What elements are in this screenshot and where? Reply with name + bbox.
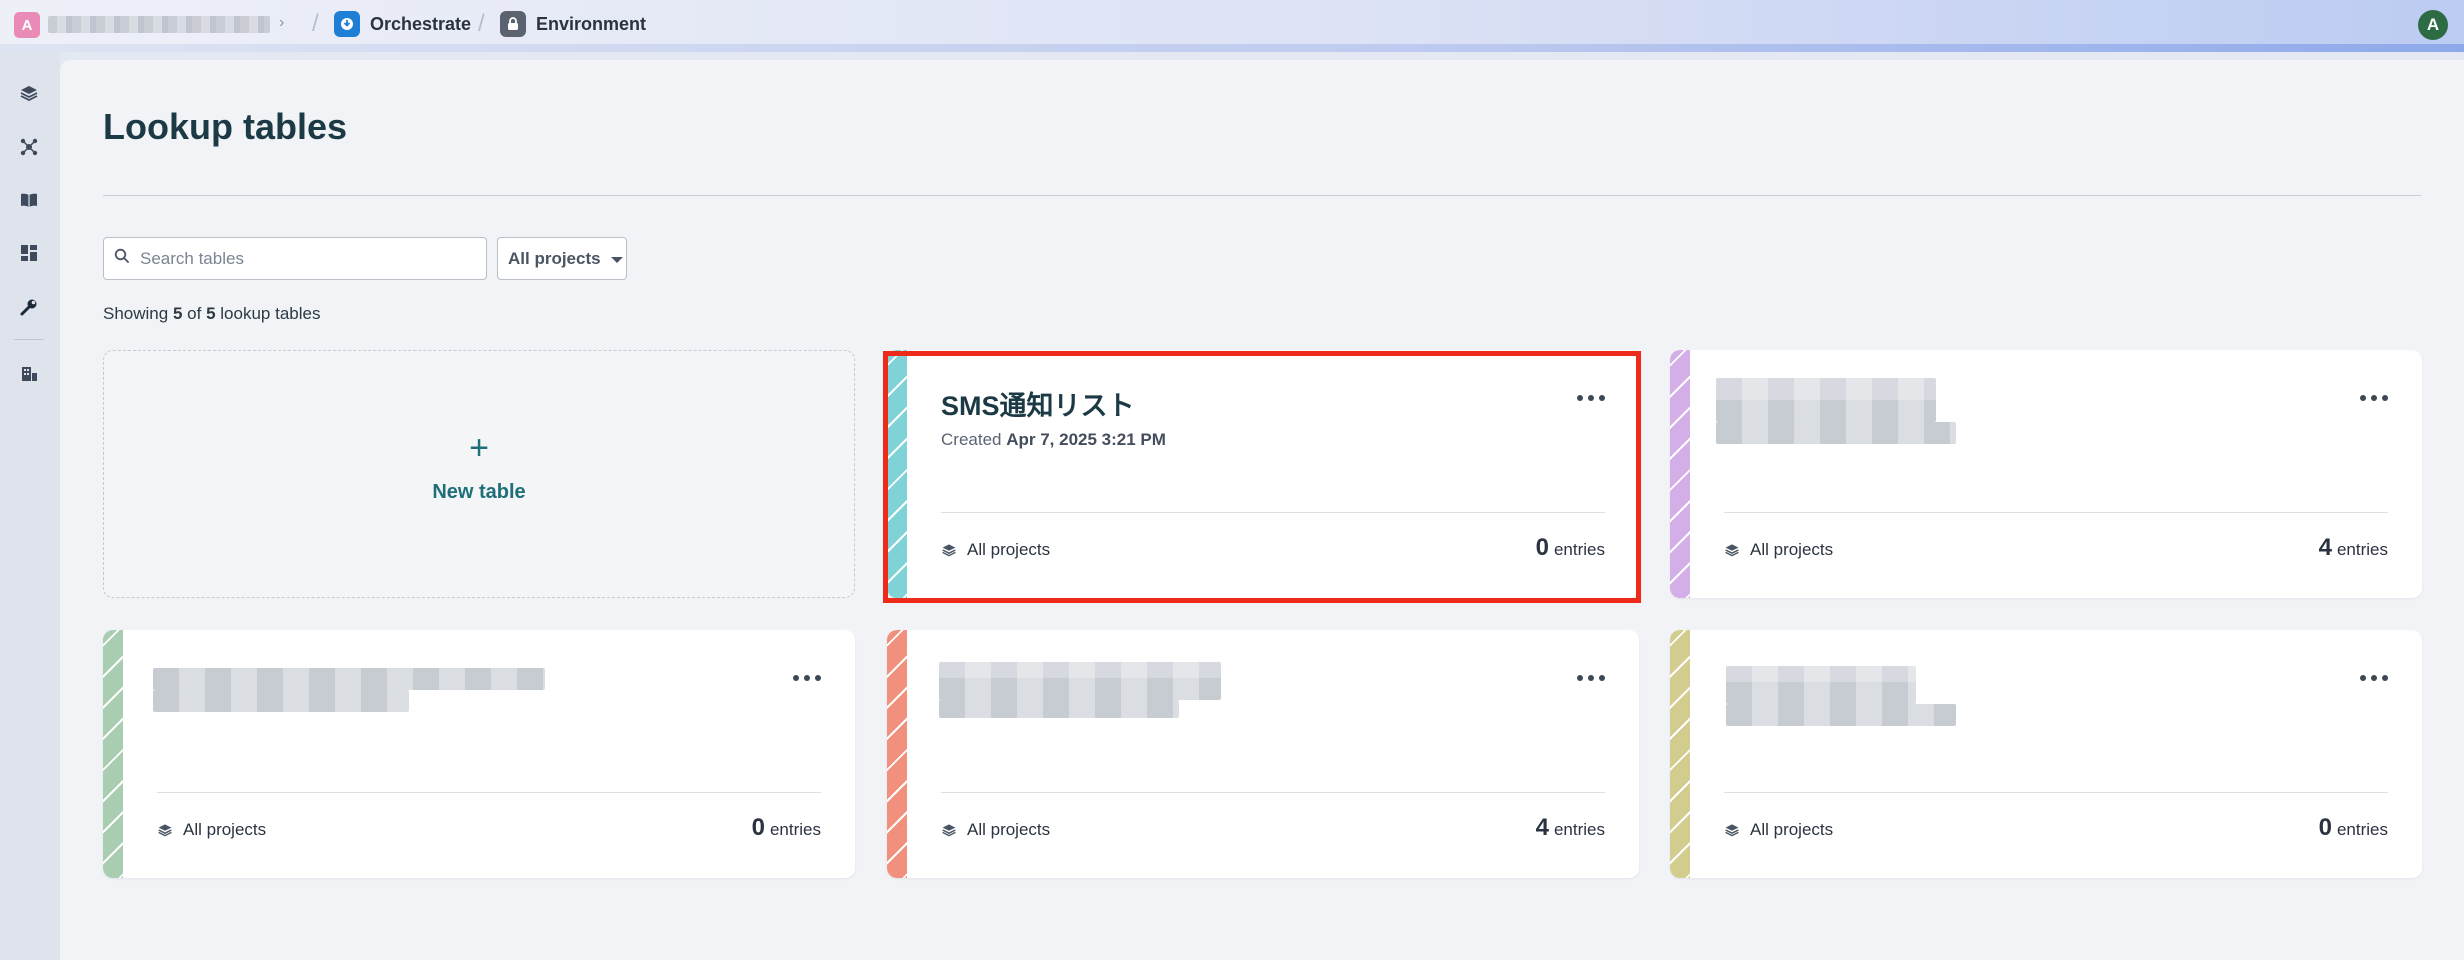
projects-stack-icon[interactable] <box>15 79 43 107</box>
lookup-table-card[interactable]: All projects 0 entries <box>1670 630 2422 878</box>
card-created-redacted <box>1716 422 1956 444</box>
breadcrumb-environment[interactable]: Environment <box>500 11 646 37</box>
lookup-table-card[interactable]: SMS通知リスト Created Apr 7, 2025 3:21 PM All… <box>887 350 1639 598</box>
card-color-stripe <box>887 630 907 878</box>
lookup-table-card[interactable]: All projects 0 entries <box>103 630 855 878</box>
lookup-table-card[interactable]: All projects 4 entries <box>1670 350 2422 598</box>
card-divider <box>157 792 821 793</box>
top-bar: A › / Orchestrate / Environment A <box>0 0 2464 52</box>
breadcrumb-orchestrate[interactable]: Orchestrate <box>334 11 471 37</box>
projects-stack-icon <box>158 824 172 837</box>
card-projects: All projects <box>1724 540 1833 560</box>
projects-stack-icon <box>942 544 956 557</box>
breadcrumb-label: Environment <box>536 13 647 34</box>
breadcrumb-label: Orchestrate <box>370 13 472 34</box>
workspace-avatar[interactable]: A <box>14 12 40 38</box>
projects-stack-icon <box>942 824 956 837</box>
card-color-stripe <box>887 350 907 598</box>
filter-label: All projects <box>508 248 601 268</box>
docs-book-icon[interactable] <box>15 186 43 214</box>
card-title-redacted[interactable] <box>939 662 1221 700</box>
search-box[interactable] <box>103 237 487 280</box>
projects-filter-select[interactable]: All projects <box>497 237 627 280</box>
card-projects: All projects <box>941 540 1050 560</box>
card-created-redacted <box>1726 704 1956 726</box>
card-divider <box>941 792 1605 793</box>
workspace-admin-icon[interactable] <box>15 360 43 388</box>
card-entries: 4 entries <box>1535 814 1605 841</box>
card-divider <box>941 512 1605 513</box>
card-entries: 0 entries <box>751 814 821 841</box>
breadcrumb-separator: / <box>478 10 485 37</box>
card-projects: All projects <box>157 820 266 840</box>
card-divider <box>1724 512 2388 513</box>
lookup-table-card[interactable]: All projects 4 entries <box>887 630 1639 878</box>
dashboard-icon[interactable] <box>15 239 43 267</box>
more-options-icon[interactable] <box>1577 390 1605 406</box>
more-options-icon[interactable] <box>2360 390 2388 406</box>
workspace-name-redacted[interactable] <box>48 16 270 33</box>
card-entries: 0 entries <box>2318 814 2388 841</box>
card-projects: All projects <box>941 820 1050 840</box>
connections-icon[interactable] <box>15 133 43 161</box>
lock-icon <box>500 11 526 37</box>
card-projects: All projects <box>1724 820 1833 840</box>
sidebar <box>0 52 60 960</box>
search-input[interactable] <box>140 248 460 269</box>
page-title: Lookup tables <box>103 106 348 147</box>
breadcrumb-separator: / <box>312 10 319 37</box>
projects-stack-icon <box>1725 824 1739 837</box>
card-color-stripe <box>1670 630 1690 878</box>
workspace-chevron-icon[interactable]: › <box>279 14 284 32</box>
card-title-redacted[interactable] <box>153 668 545 690</box>
more-options-icon[interactable] <box>793 670 821 686</box>
search-icon <box>114 248 130 269</box>
new-table-card[interactable]: + New table <box>103 350 855 598</box>
card-color-stripe <box>1670 350 1690 598</box>
caret-down-icon <box>610 257 623 263</box>
new-table-label: New table <box>432 481 526 503</box>
projects-stack-icon <box>1725 544 1739 557</box>
card-created-redacted <box>939 700 1179 718</box>
card-divider <box>1724 792 2388 793</box>
more-options-icon[interactable] <box>1577 670 1605 686</box>
card-created-redacted <box>153 690 409 712</box>
sidebar-divider <box>14 339 44 340</box>
orchestrate-icon <box>334 11 360 37</box>
tools-wrench-icon[interactable] <box>15 293 43 321</box>
card-entries: 0 entries <box>1535 534 1605 561</box>
card-color-stripe <box>103 630 123 878</box>
card-title-redacted[interactable] <box>1726 666 1916 704</box>
card-entries: 4 entries <box>2318 534 2388 561</box>
user-avatar[interactable]: A <box>2418 10 2448 40</box>
card-title[interactable]: SMS通知リスト <box>941 384 1135 423</box>
card-created: Created Apr 7, 2025 3:21 PM <box>941 430 1166 449</box>
card-title-redacted[interactable] <box>1716 378 1936 422</box>
title-divider <box>103 195 2421 196</box>
results-count: Showing 5 of 5 lookup tables <box>103 304 321 323</box>
more-options-icon[interactable] <box>2360 670 2388 686</box>
plus-icon: + <box>469 429 489 467</box>
